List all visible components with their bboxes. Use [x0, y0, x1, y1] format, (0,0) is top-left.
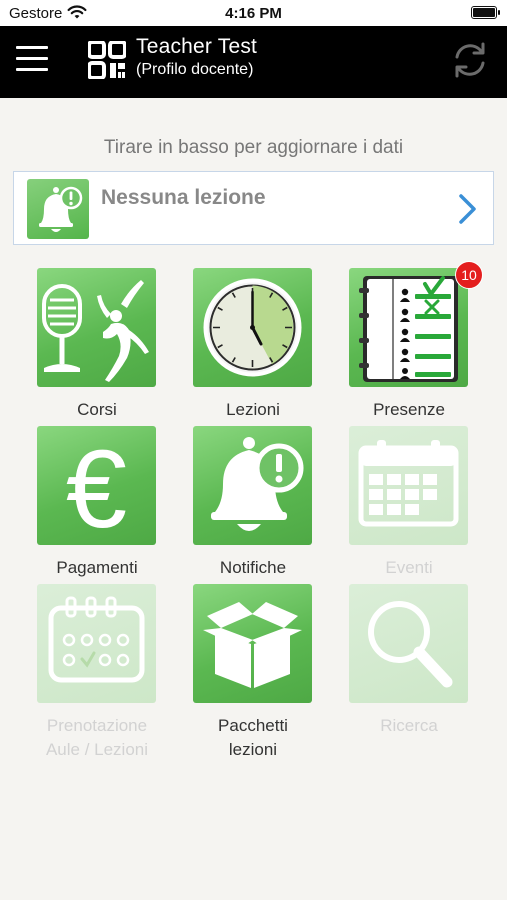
tile-pacchetti-label: Pacchetti lezioni [175, 714, 331, 762]
tile-prenotazione-label-line1: Prenotazione [46, 716, 148, 735]
battery-icon [471, 6, 500, 19]
next-lesson-text: Nessuna lezione [101, 186, 266, 209]
refresh-icon[interactable] [449, 39, 491, 81]
qr-code-icon [87, 40, 127, 80]
hamburger-menu-icon[interactable] [16, 46, 50, 72]
tile-ricerca-label: Ricerca [380, 716, 438, 735]
tile-corsi-label: Corsi [77, 400, 117, 419]
tile-pacchetti-label-line1: Pacchetti [218, 716, 288, 735]
tile-presenze-label: Presenze [373, 400, 445, 419]
app-header: Teacher Test (Profilo docente) [0, 26, 507, 98]
pull-to-refresh-hint: Tirare in basso per aggiornare i dati [103, 137, 404, 158]
tile-prenotazione-label-line2: Aule / Lezioni [45, 740, 149, 759]
calendar-icon [349, 426, 468, 545]
tile-eventi-label: Eventi [385, 558, 433, 577]
status-bar: Gestore 4:16 PM [0, 0, 507, 26]
attendance-register-icon [349, 268, 468, 387]
tile-lezioni-label: Lezioni [226, 400, 280, 419]
status-time: 4:16 PM [225, 5, 282, 22]
page-title: Teacher Test [136, 35, 258, 58]
box-icon [193, 584, 312, 703]
page-subtitle: (Profilo docente) [136, 61, 254, 78]
tile-prenotazione-label: Prenotazione Aule / Lezioni [19, 714, 175, 762]
tile-notifiche-label: Notifiche [219, 558, 287, 577]
euro-icon: € [37, 426, 156, 545]
microphone-dancer-icon [37, 268, 156, 387]
chevron-right-icon [457, 193, 479, 225]
magnifier-icon [349, 584, 468, 703]
clock-icon [193, 268, 312, 387]
tile-pacchetti-label-line2: lezioni [228, 740, 278, 759]
presenze-badge: 10 [455, 261, 483, 289]
tile-pagamenti-label: Pagamenti [56, 558, 138, 577]
next-lesson-card[interactable]: Nessuna lezione [13, 171, 494, 245]
calendar-booking-icon [37, 584, 156, 703]
bell-alert-icon [193, 426, 312, 545]
bell-alert-icon [27, 179, 89, 239]
svg-text:€: € [66, 428, 127, 545]
